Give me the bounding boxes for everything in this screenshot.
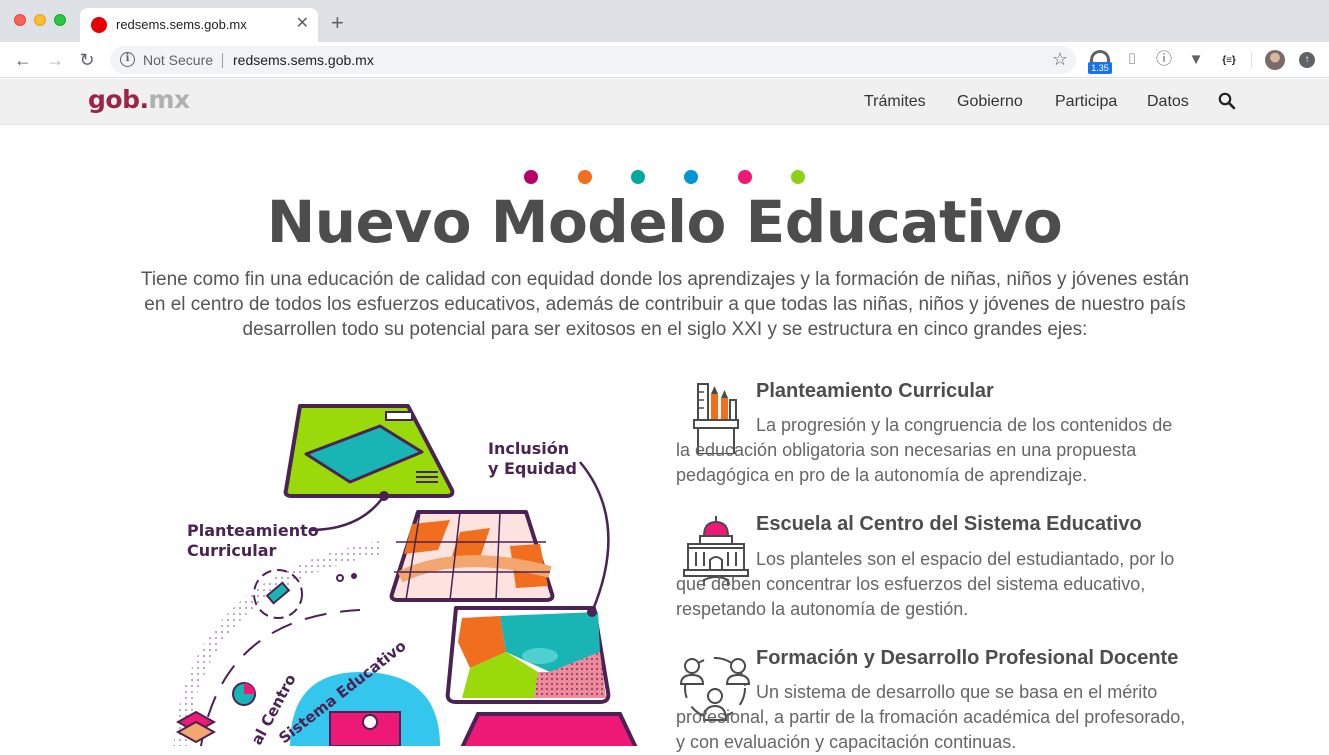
nav-participa[interactable]: Participa — [1055, 93, 1117, 111]
page-title: Nuevo Modelo Educativo — [266, 188, 1063, 256]
info-circle-icon[interactable]: ⓘ — [1154, 50, 1174, 70]
update-arrow-icon[interactable]: ↑ — [1299, 52, 1315, 68]
nav-datos[interactable]: Datos — [1147, 93, 1189, 111]
axis-title-curricular: Planteamiento Curricular — [756, 380, 994, 402]
new-tab-button[interactable]: + — [331, 11, 344, 35]
tab-title: redsems.sems.gob.mx — [116, 17, 247, 32]
favicon-icon — [91, 17, 107, 33]
json-viewer-icon[interactable]: {≡} — [1218, 51, 1240, 71]
toolbar-divider — [1251, 52, 1252, 68]
site-info-icon[interactable]: i — [120, 52, 135, 67]
label-curricular-1: Planteamiento — [187, 521, 319, 540]
url-text[interactable]: redsems.sems.gob.mx — [233, 52, 374, 68]
isometric-illustration: Inclusión y Equidad Planteamiento Curric… — [173, 404, 638, 746]
color-dots — [524, 170, 814, 186]
color-dot — [791, 170, 805, 184]
not-secure-label: Not Secure — [143, 52, 214, 68]
extension-badge: 1.35 — [1088, 62, 1112, 74]
browser-tab[interactable]: redsems.sems.gob.mx ✕ — [80, 8, 318, 42]
color-dot — [524, 170, 538, 184]
axis-title-docente: Formación y Desarrollo Profesional Docen… — [756, 647, 1179, 669]
search-icon[interactable] — [1218, 92, 1236, 110]
nav-gobierno[interactable]: Gobierno — [957, 93, 1023, 111]
axis-description-escuela: Los planteles son el espacio del estudia… — [676, 549, 1175, 619]
camera-icon[interactable]: ⌷ — [1122, 50, 1142, 70]
bookmark-star-icon[interactable]: ☆ — [1052, 49, 1068, 70]
label-inclusion-1: Inclusión — [488, 439, 569, 458]
nav-tramites[interactable]: Trámites — [864, 93, 926, 111]
color-dot — [738, 170, 752, 184]
color-dot — [684, 170, 698, 184]
axis-description-curricular: La progresión y la congruencia de los co… — [676, 415, 1173, 485]
color-dot — [631, 170, 645, 184]
back-arrow-icon[interactable]: ← — [12, 49, 34, 71]
browser-tab-bar: redsems.sems.gob.mx ✕ + — [0, 0, 1329, 42]
window-maximize-button[interactable] — [54, 14, 66, 26]
profile-avatar[interactable] — [1265, 50, 1285, 70]
site-header: gob.mx Trámites Gobierno Participa Datos — [0, 79, 1329, 125]
page-description: Tiene como fin una educación de calidad … — [140, 269, 1190, 340]
label-inclusion-2: y Equidad — [488, 459, 577, 478]
color-dot — [578, 170, 592, 184]
reload-icon[interactable]: ↻ — [76, 49, 98, 71]
gob-mx-logo[interactable]: gob.mx — [88, 85, 190, 114]
label-curricular-2: Curricular — [187, 541, 277, 560]
address-bar[interactable]: i Not Secure redsems.sems.gob.mx ☆ — [110, 46, 1076, 74]
window-close-button[interactable] — [14, 14, 26, 26]
window-minimize-button[interactable] — [34, 14, 46, 26]
tab-close-icon[interactable]: ✕ — [296, 14, 309, 34]
axis-title-escuela: Escuela al Centro del Sistema Educativo — [756, 513, 1142, 535]
vue-devtools-icon[interactable]: ▼ — [1186, 50, 1206, 70]
forward-arrow-icon[interactable]: → — [44, 49, 66, 71]
url-separator — [222, 53, 223, 68]
education-model-illustration: Inclusión y Equidad Planteamiento Curric… — [160, 372, 640, 746]
axis-description-docente: Un sistema de desarrollo que se basa en … — [676, 682, 1186, 752]
